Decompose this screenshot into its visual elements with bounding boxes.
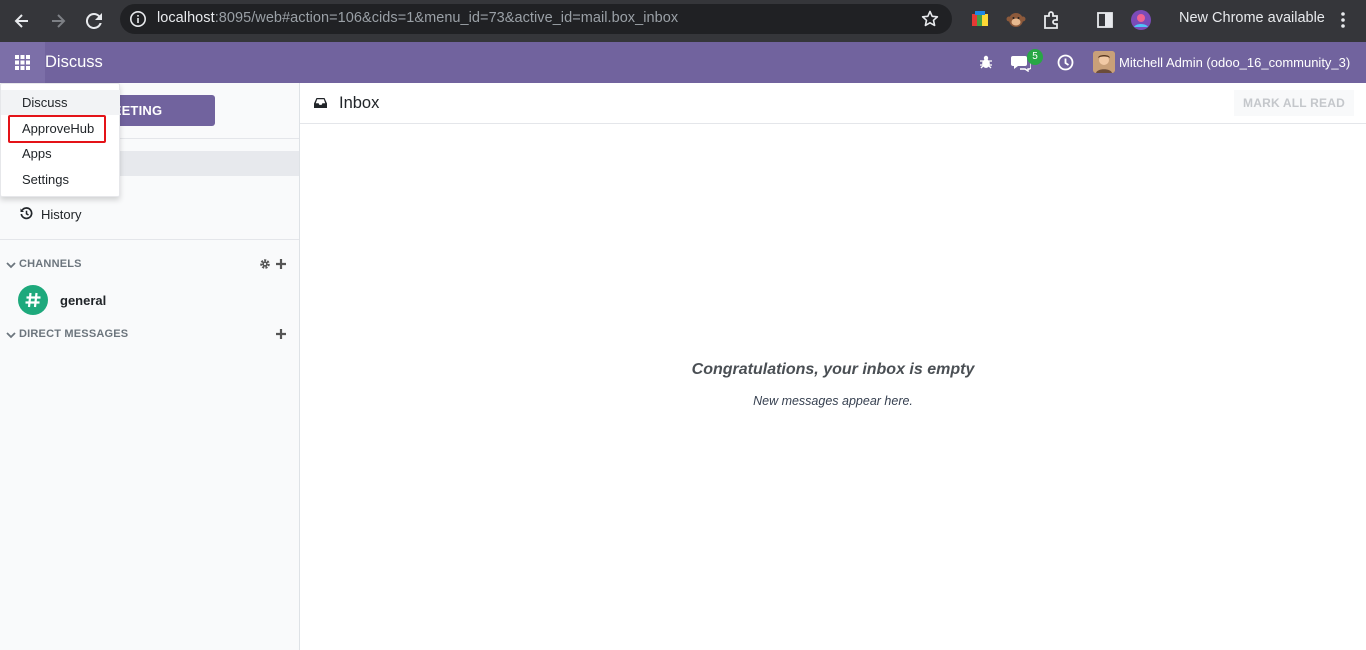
mark-all-read-button[interactable]: MARK ALL READ bbox=[1234, 90, 1354, 116]
url-text: localhost:8095/web#action=106&cids=1&men… bbox=[157, 10, 679, 26]
channels-category[interactable]: CHANNELS bbox=[0, 255, 299, 275]
app-menu-toggle[interactable] bbox=[0, 42, 45, 83]
more-vert-icon[interactable] bbox=[1336, 9, 1350, 31]
app-menu-dropdown: Discuss ApproveHub Apps Settings bbox=[0, 83, 120, 197]
channel-hash-icon bbox=[18, 285, 48, 315]
extensions-puzzle-icon[interactable] bbox=[1041, 9, 1063, 31]
category-label: DIRECT MESSAGES bbox=[19, 328, 129, 340]
address-bar[interactable]: localhost:8095/web#action=106&cids=1&men… bbox=[120, 4, 952, 34]
bookmark-star-icon[interactable] bbox=[920, 9, 940, 29]
user-avatar[interactable] bbox=[1093, 51, 1115, 73]
page-title: Inbox bbox=[339, 94, 380, 112]
direct-messages-category[interactable]: DIRECT MESSAGES bbox=[0, 325, 299, 345]
chevron-down-icon bbox=[6, 262, 16, 269]
profile-avatar-icon[interactable] bbox=[1130, 9, 1152, 31]
thread-header: Inbox MARK ALL READ bbox=[300, 83, 1366, 124]
chrome-update-label[interactable]: New Chrome available bbox=[1179, 10, 1325, 26]
messaging-counter-badge: 5 bbox=[1027, 49, 1043, 65]
reload-icon[interactable] bbox=[80, 7, 108, 35]
empty-inbox-subtitle: New messages appear here. bbox=[753, 394, 913, 408]
forward-icon[interactable] bbox=[44, 7, 72, 35]
side-panel-icon[interactable] bbox=[1094, 9, 1116, 31]
menu-item-settings[interactable]: Settings bbox=[1, 167, 120, 192]
inbox-icon bbox=[314, 98, 327, 108]
extension-color-icon[interactable] bbox=[969, 9, 991, 31]
activity-clock-icon[interactable] bbox=[1057, 54, 1074, 71]
category-label: CHANNELS bbox=[19, 258, 82, 270]
add-channel-icon[interactable] bbox=[275, 258, 287, 270]
empty-inbox-title: Congratulations, your inbox is empty bbox=[691, 361, 975, 378]
menu-item-discuss[interactable]: Discuss bbox=[1, 90, 120, 115]
browser-toolbar: localhost:8095/web#action=106&cids=1&men… bbox=[0, 0, 1366, 42]
debug-bug-icon[interactable] bbox=[978, 54, 994, 70]
grid-icon bbox=[15, 55, 30, 70]
site-info-icon[interactable] bbox=[129, 10, 147, 28]
chevron-down-icon bbox=[6, 332, 16, 339]
channel-item-general[interactable]: general bbox=[0, 285, 299, 315]
user-name[interactable]: Mitchell Admin (odoo_16_community_3) bbox=[1119, 55, 1350, 70]
gear-icon[interactable] bbox=[259, 258, 271, 270]
menu-item-apps[interactable]: Apps bbox=[1, 141, 120, 166]
history-icon bbox=[20, 207, 33, 220]
odoo-navbar: Discuss 5 Mitchell Admin (odoo_16_commun… bbox=[0, 42, 1366, 83]
sidebar-item-label: History bbox=[41, 207, 82, 222]
channel-name: general bbox=[60, 293, 107, 308]
add-direct-message-icon[interactable] bbox=[275, 328, 287, 340]
approvehub-highlight-box bbox=[8, 115, 106, 143]
app-brand[interactable]: Discuss bbox=[45, 53, 103, 72]
extension-monkey-icon[interactable] bbox=[1005, 9, 1027, 31]
sidebar-divider bbox=[0, 239, 299, 240]
back-icon[interactable] bbox=[8, 7, 36, 35]
sidebar-item-history[interactable]: History bbox=[0, 202, 299, 227]
